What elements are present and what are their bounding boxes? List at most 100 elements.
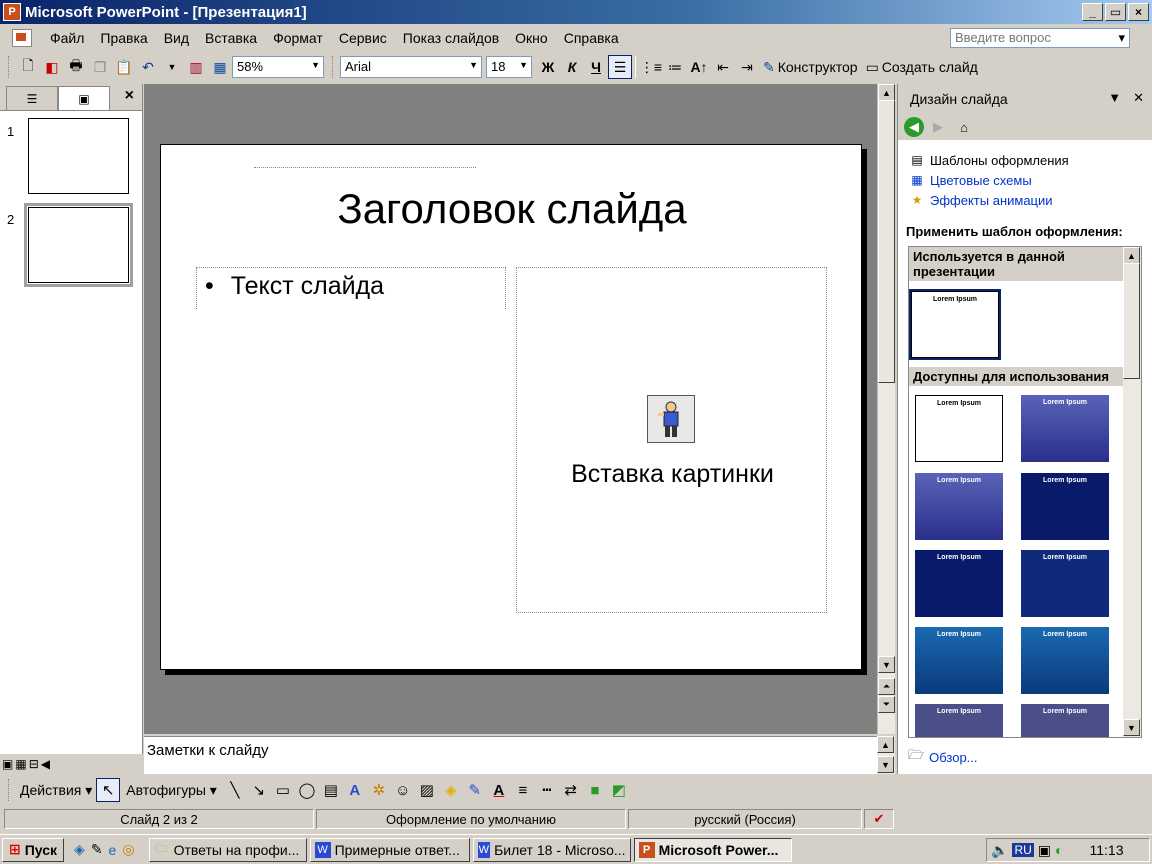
- home-icon[interactable]: ⌂: [952, 116, 976, 138]
- template-thumbnail[interactable]: Lorem Ipsum: [1021, 473, 1109, 540]
- menu-window[interactable]: Окно: [507, 30, 556, 46]
- undo-icon[interactable]: ↶: [136, 55, 160, 79]
- template-thumbnail[interactable]: Lorem Ipsum: [909, 289, 1001, 360]
- textbox-icon[interactable]: ▤: [319, 778, 343, 802]
- template-thumbnail[interactable]: Lorem Ipsum: [1021, 704, 1109, 737]
- tab-slides[interactable]: ▣: [58, 86, 110, 110]
- ie-icon[interactable]: e: [109, 842, 117, 858]
- toolbar-grip[interactable]: [8, 56, 12, 78]
- pdf-icon[interactable]: ◧: [40, 55, 64, 79]
- notepad-icon[interactable]: ✎: [91, 841, 103, 858]
- desktop-icon[interactable]: ◈: [74, 841, 85, 858]
- toolbar-grip[interactable]: [8, 779, 12, 801]
- volume-icon[interactable]: 🔈: [991, 842, 1008, 859]
- bullet-text[interactable]: • Текст слайда: [205, 272, 384, 301]
- slideshow-icon[interactable]: ⊟: [29, 757, 39, 771]
- scroll-down-icon[interactable]: ▼: [878, 656, 895, 673]
- scroll-down-icon[interactable]: ▼: [1123, 719, 1140, 736]
- slide-thumbnail-1[interactable]: [28, 118, 129, 194]
- template-thumbnail[interactable]: Lorem Ipsum: [915, 473, 1003, 540]
- normal-view-icon[interactable]: ▣: [2, 757, 13, 771]
- dash-style-icon[interactable]: ┅: [535, 778, 559, 802]
- ask-question-input[interactable]: Введите вопрос ▾: [950, 28, 1130, 48]
- menu-edit[interactable]: Правка: [92, 30, 155, 46]
- network-icon[interactable]: ▣: [1038, 842, 1051, 859]
- underline-button[interactable]: Ч: [584, 55, 608, 79]
- menu-tools[interactable]: Сервис: [331, 30, 395, 46]
- diagram-icon[interactable]: ✲: [367, 778, 391, 802]
- chevron-down-icon[interactable]: ▼: [519, 60, 528, 70]
- link-animation-effects[interactable]: ★ Эффекты анимации: [908, 192, 1053, 208]
- fill-color-icon[interactable]: ◈: [439, 778, 463, 802]
- notes-scrollbar[interactable]: ▲ ▼: [877, 736, 895, 774]
- browse-link[interactable]: 🗁 Обзор...: [908, 746, 978, 768]
- clipart-icon[interactable]: [647, 395, 695, 443]
- powerpoint-app-icon[interactable]: P: [3, 3, 21, 21]
- taskbar-item[interactable]: W Примерные ответ...: [309, 837, 470, 862]
- copy-icon[interactable]: ❐: [88, 55, 112, 79]
- gallery-scrollbar[interactable]: ▲ ▼: [1123, 247, 1141, 737]
- slide-sorter-icon[interactable]: ▦: [15, 757, 26, 771]
- vertical-scrollbar[interactable]: ▲ ▼ ⏶ ⏷: [877, 84, 895, 734]
- designer-button[interactable]: ✎ Конструктор: [759, 59, 862, 76]
- template-thumbnail[interactable]: Lorem Ipsum: [1021, 550, 1109, 617]
- chevron-down-icon[interactable]: ▼: [1108, 90, 1121, 106]
- close-button[interactable]: ×: [1128, 3, 1149, 21]
- insert-chart-icon[interactable]: ▥: [184, 55, 208, 79]
- scroll-left-icon[interactable]: ◀: [41, 757, 50, 771]
- chevron-down-icon[interactable]: ▼: [311, 60, 320, 70]
- template-thumbnail[interactable]: Lorem Ipsum: [915, 627, 1003, 694]
- wordart-icon[interactable]: A: [343, 778, 367, 802]
- decrease-indent-icon[interactable]: ⇤: [711, 55, 735, 79]
- picture-placeholder[interactable]: Вставка картинки: [516, 267, 827, 613]
- scroll-up-icon[interactable]: ▲: [878, 84, 895, 101]
- forward-icon[interactable]: ▶: [926, 116, 950, 138]
- new-document-icon[interactable]: 🗋: [16, 55, 40, 79]
- template-thumbnail[interactable]: Lorem Ipsum: [1021, 627, 1109, 694]
- toolbar-grip[interactable]: [332, 56, 336, 78]
- print-icon[interactable]: 🖶: [64, 55, 88, 79]
- close-icon[interactable]: ×: [125, 87, 134, 105]
- scroll-thumb[interactable]: [1123, 263, 1140, 379]
- zoom-combo[interactable]: 58% ▼: [232, 56, 324, 78]
- taskbar-item-active[interactable]: P Microsoft Power...: [633, 837, 792, 862]
- oval-icon[interactable]: ◯: [295, 778, 319, 802]
- start-button[interactable]: ⊞ Пуск: [2, 837, 65, 862]
- arrow-icon[interactable]: ↘: [247, 778, 271, 802]
- menu-slideshow[interactable]: Показ слайдов: [395, 30, 507, 46]
- line-color-icon[interactable]: ✎: [463, 778, 487, 802]
- scroll-down-icon[interactable]: ▼: [877, 756, 894, 773]
- clipart-insert-icon[interactable]: ☺: [391, 778, 415, 802]
- menu-view[interactable]: Вид: [156, 30, 197, 46]
- menu-format[interactable]: Формат: [265, 30, 331, 46]
- previous-slide-icon[interactable]: ⏶: [878, 678, 895, 695]
- slide-canvas[interactable]: Заголовок слайда • Текст слайда Вставка …: [160, 144, 862, 670]
- template-thumbnail[interactable]: Lorem Ipsum: [915, 550, 1003, 617]
- increase-font-icon[interactable]: A↑: [687, 55, 711, 79]
- font-size-combo[interactable]: 18 ▼: [486, 56, 532, 78]
- autoshapes-menu[interactable]: Автофигуры ▾: [120, 782, 223, 799]
- select-pointer-icon[interactable]: ↖: [96, 778, 121, 802]
- undo-dropdown-icon[interactable]: ▼: [160, 55, 184, 79]
- back-icon[interactable]: ◀: [904, 117, 924, 137]
- slide-title[interactable]: Заголовок слайда: [161, 185, 863, 233]
- language-indicator[interactable]: RU: [1012, 843, 1034, 857]
- menu-insert[interactable]: Вставка: [197, 30, 265, 46]
- link-design-templates[interactable]: ▤ Шаблоны оформления: [908, 152, 1068, 168]
- 3d-icon[interactable]: ◩: [607, 778, 631, 802]
- align-left-icon[interactable]: ☰: [608, 55, 632, 79]
- line-style-icon[interactable]: ≡: [511, 778, 535, 802]
- restore-button[interactable]: ▭: [1105, 3, 1126, 21]
- link-color-schemes[interactable]: ▦ Цветовые схемы: [908, 172, 1031, 188]
- slide-thumbnail-2[interactable]: [24, 203, 133, 287]
- minimize-button[interactable]: _: [1082, 3, 1103, 21]
- font-color-icon[interactable]: A: [487, 778, 511, 802]
- template-thumbnail[interactable]: Lorem Ipsum: [1021, 395, 1109, 462]
- scroll-up-icon[interactable]: ▲: [877, 736, 894, 753]
- scroll-thumb[interactable]: [878, 100, 895, 383]
- taskbar-item[interactable]: 🗀 Ответы на профи...: [148, 837, 307, 862]
- close-icon[interactable]: ✕: [1133, 90, 1144, 106]
- spelling-icon[interactable]: ✔: [864, 809, 894, 829]
- template-thumbnail[interactable]: Lorem Ipsum: [915, 704, 1003, 737]
- arrow-style-icon[interactable]: ⇄: [559, 778, 583, 802]
